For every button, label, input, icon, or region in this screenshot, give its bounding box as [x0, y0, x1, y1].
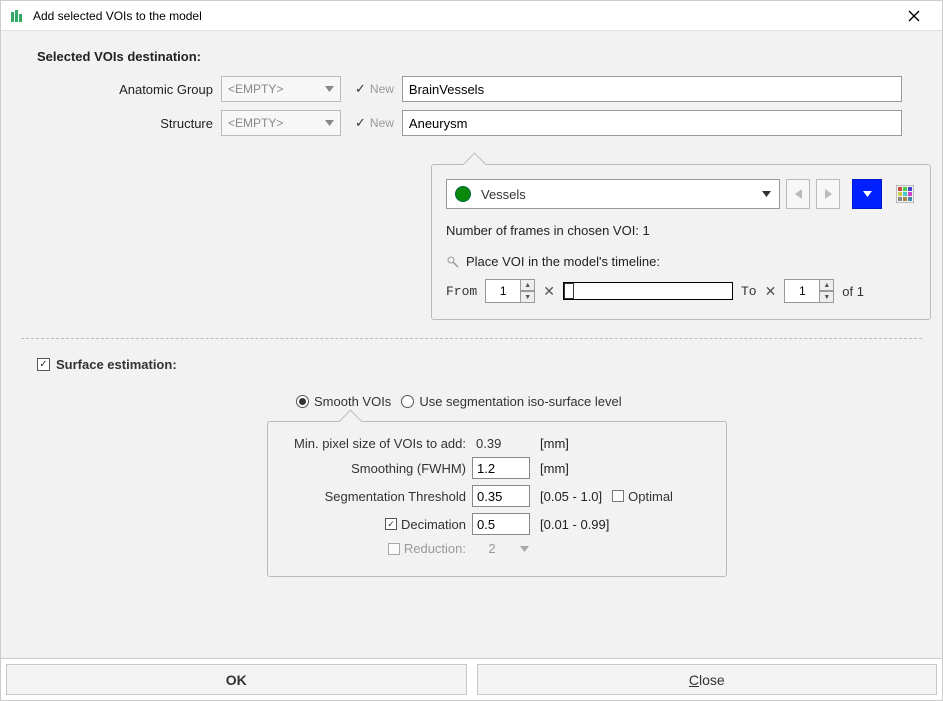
structure-label: Structure	[21, 116, 221, 131]
radio-iso-surface[interactable]: Use segmentation iso-surface level	[401, 394, 621, 409]
from-label: From	[446, 284, 477, 299]
unit-mm: [mm]	[540, 436, 569, 451]
spinner-up-button[interactable]: ▲	[820, 279, 834, 291]
checkbox-icon	[388, 543, 400, 555]
chevron-down-icon	[762, 191, 771, 197]
dialog-footer: OK Close	[1, 658, 942, 700]
min-pixel-row: Min. pixel size of VOIs to add: 0.39 [mm…	[282, 436, 712, 451]
optimal-checkbox[interactable]: Optimal	[612, 489, 673, 504]
timeline-label: Place VOI in the model's timeline:	[466, 254, 660, 269]
chevron-down-icon[interactable]	[520, 546, 529, 552]
spinner-down-button[interactable]: ▼	[820, 291, 834, 303]
checkbox-icon	[612, 490, 624, 502]
unit-mm: [mm]	[540, 461, 569, 476]
clear-to-icon[interactable]: ✕	[765, 283, 777, 300]
from-input[interactable]	[485, 279, 521, 303]
dropdown-placeholder: <EMPTY>	[228, 82, 283, 96]
radio-label: Smooth VOIs	[314, 394, 391, 409]
from-spinner[interactable]: ▲ ▼	[485, 279, 535, 303]
voi-color-icon	[455, 186, 471, 202]
new-label: New	[370, 82, 394, 96]
reduction-label: Reduction:	[404, 541, 466, 556]
surface-checkbox[interactable]: ✓ Surface estimation:	[37, 357, 922, 372]
seg-threshold-row: Segmentation Threshold [0.05 - 1.0] Opti…	[282, 485, 712, 507]
reduction-value: 2	[472, 541, 512, 556]
voi-prev-button[interactable]	[786, 179, 810, 209]
seg-threshold-input[interactable]	[472, 485, 530, 507]
radio-smooth-vois[interactable]: Smooth VOIs	[296, 394, 391, 409]
slider-handle-icon	[564, 283, 574, 299]
dialog-window: Add selected VOIs to the model Selected …	[0, 0, 943, 701]
to-input[interactable]	[784, 279, 820, 303]
checkbox-icon: ✓	[37, 358, 50, 371]
window-title: Add selected VOIs to the model	[33, 9, 894, 23]
dropdown-placeholder: <EMPTY>	[228, 116, 283, 130]
min-pixel-value: 0.39	[472, 436, 530, 451]
structure-new-checkbox[interactable]: ✓ New	[355, 115, 394, 131]
reduction-row: Reduction: 2	[282, 541, 712, 556]
to-spinner[interactable]: ▲ ▼	[784, 279, 834, 303]
spinner-up-button[interactable]: ▲	[521, 279, 535, 291]
pin-icon	[446, 255, 460, 269]
structure-row: Structure <EMPTY> ✓ New	[21, 110, 922, 136]
radio-icon	[296, 395, 309, 408]
voi-next-button[interactable]	[816, 179, 840, 209]
decimation-row: ✓ Decimation [0.01 - 0.99]	[282, 513, 712, 535]
smoothing-label: Smoothing (FWHM)	[282, 461, 472, 476]
titlebar: Add selected VOIs to the model	[1, 1, 942, 31]
anatomic-group-input[interactable]	[402, 76, 902, 102]
close-label: Close	[689, 672, 725, 688]
surface-heading: Surface estimation:	[56, 357, 177, 372]
anatomic-group-dropdown[interactable]: <EMPTY>	[221, 76, 341, 102]
new-label: New	[370, 116, 394, 130]
spinner-down-button[interactable]: ▼	[521, 291, 535, 303]
divider	[21, 338, 922, 339]
min-pixel-label: Min. pixel size of VOIs to add:	[282, 436, 472, 451]
window-close-button[interactable]	[894, 2, 934, 30]
app-icon	[9, 8, 25, 24]
voi-color-picker-button[interactable]	[852, 179, 882, 209]
seg-threshold-label: Segmentation Threshold	[282, 489, 472, 504]
frames-count-text: Number of frames in chosen VOI: 1	[446, 223, 916, 238]
checkbox-icon: ✓	[385, 518, 397, 530]
optimal-label: Optimal	[628, 489, 673, 504]
decimation-range: [0.01 - 0.99]	[540, 517, 609, 532]
structure-input[interactable]	[402, 110, 902, 136]
radio-icon	[401, 395, 414, 408]
timeline-slider[interactable]	[563, 282, 733, 300]
decimation-input[interactable]	[472, 513, 530, 535]
timeline-label-row: Place VOI in the model's timeline:	[446, 254, 916, 269]
ok-label: OK	[226, 672, 247, 688]
of-total-label: of 1	[842, 284, 864, 299]
destination-heading: Selected VOIs destination:	[37, 49, 922, 64]
chevron-down-icon	[325, 120, 334, 126]
checkbox-icon: ✓	[355, 81, 366, 97]
to-label: To	[741, 284, 757, 299]
structure-dropdown[interactable]: <EMPTY>	[221, 110, 341, 136]
anatomic-group-row: Anatomic Group <EMPTY> ✓ New	[21, 76, 922, 102]
checkbox-icon: ✓	[355, 115, 366, 131]
surface-params-panel: Min. pixel size of VOIs to add: 0.39 [mm…	[267, 421, 727, 577]
chevron-down-icon	[325, 86, 334, 92]
timeline-row: From ▲ ▼ ✕ To ✕ ▲	[446, 279, 916, 303]
seg-threshold-range: [0.05 - 1.0]	[540, 489, 602, 504]
decimation-label: Decimation	[401, 517, 466, 532]
anatomic-group-new-checkbox[interactable]: ✓ New	[355, 81, 394, 97]
voi-panel: Vessels	[431, 164, 931, 320]
clear-from-icon[interactable]: ✕	[543, 283, 555, 300]
smoothing-row: Smoothing (FWHM) [mm]	[282, 457, 712, 479]
smoothing-input[interactable]	[472, 457, 530, 479]
radio-label: Use segmentation iso-surface level	[419, 394, 621, 409]
decimation-checkbox[interactable]: ✓ Decimation	[282, 517, 472, 532]
voi-selector-row: Vessels	[446, 179, 916, 209]
anatomic-group-label: Anatomic Group	[21, 82, 221, 97]
close-button[interactable]: Close	[477, 664, 938, 695]
reduction-checkbox[interactable]: Reduction:	[282, 541, 472, 556]
voi-grid-button[interactable]	[894, 183, 916, 205]
surface-mode-radios: Smooth VOIs Use segmentation iso-surface…	[296, 394, 922, 409]
voi-dropdown[interactable]: Vessels	[446, 179, 780, 209]
dialog-content: Selected VOIs destination: Anatomic Grou…	[1, 31, 942, 658]
voi-selected-label: Vessels	[481, 187, 526, 202]
ok-button[interactable]: OK	[6, 664, 467, 695]
